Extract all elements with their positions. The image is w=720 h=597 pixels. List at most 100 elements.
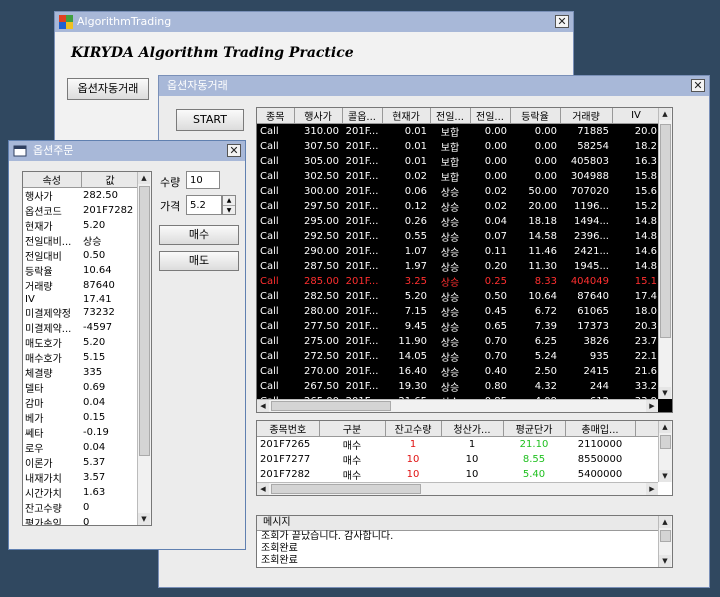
column-header[interactable]: 값 xyxy=(81,172,140,188)
property-row[interactable]: 시간가치 1.63 xyxy=(23,485,139,500)
main-window-titlebar[interactable]: AlgorithmTrading xyxy=(55,12,573,32)
scroll-right-icon[interactable]: ▶ xyxy=(646,483,658,495)
column-header[interactable]: 전일... xyxy=(470,108,511,124)
table-row[interactable]: Call 305.00 201F... 0.01 보합 0.00 0.00 405803 16.… xyxy=(257,154,660,169)
property-row[interactable]: 내재가치 3.57 xyxy=(23,470,139,485)
property-row[interactable]: 미결제약... -4597 xyxy=(23,320,139,335)
property-row[interactable]: 잔고수량 0 xyxy=(23,500,139,515)
table-row[interactable]: Call 272.50 201F... 14.05 상승 0.70 5.24 935 22.1 xyxy=(257,349,660,364)
sell-button[interactable]: 매도 xyxy=(159,251,239,271)
scroll-up-icon[interactable]: ▲ xyxy=(659,108,671,120)
scroll-thumb[interactable] xyxy=(139,186,150,456)
table-row[interactable]: 201F7282 매수 10 10 5.40 5400000 xyxy=(257,467,660,482)
table-row[interactable]: Call 280.00 201F... 7.15 상승 0.45 6.72 61065 18.0 xyxy=(257,304,660,319)
property-row[interactable]: 체결량 335 xyxy=(23,365,139,380)
column-header[interactable]: 잔고수량 xyxy=(385,421,442,437)
scroll-down-icon[interactable]: ▼ xyxy=(659,470,671,482)
table-row[interactable]: Call 290.00 201F... 1.07 상승 0.11 11.46 2421... 1… xyxy=(257,244,660,259)
column-header[interactable]: 평균단가 xyxy=(503,421,566,437)
column-header[interactable]: 현재가 xyxy=(382,108,431,124)
scroll-down-icon[interactable]: ▼ xyxy=(659,555,671,567)
table-row[interactable]: 201F7265 매수 1 1 21.10 2110000 xyxy=(257,437,660,452)
table-row[interactable]: Call 277.50 201F... 9.45 상승 0.65 7.39 17373 20.3 xyxy=(257,319,660,334)
column-header[interactable]: 종목번호 xyxy=(257,421,320,437)
table-row[interactable]: 201F7277 매수 10 10 8.55 8550000 xyxy=(257,452,660,467)
scroll-thumb[interactable] xyxy=(271,401,391,411)
property-row[interactable]: 미결제약정 73232 xyxy=(23,305,139,320)
scroll-up-icon[interactable]: ▲ xyxy=(659,421,671,433)
table-row[interactable]: Call 292.50 201F... 0.55 상승 0.07 14.58 2396... 1… xyxy=(257,229,660,244)
property-grid[interactable]: 속성 값 행사가 282.50 옵션코드 201F7282 현재가 5.20 전일대비... 상… xyxy=(22,171,152,526)
property-row[interactable]: 쎄타 -0.19 xyxy=(23,425,139,440)
scroll-up-icon[interactable]: ▲ xyxy=(138,172,150,184)
column-header[interactable]: 청산가... xyxy=(441,421,504,437)
column-header[interactable]: 거래량 xyxy=(560,108,613,124)
column-header[interactable]: 행사가 xyxy=(294,108,343,124)
property-row[interactable]: 이론가 5.37 xyxy=(23,455,139,470)
holdings-hscroll[interactable]: ◀ ▶ xyxy=(257,482,658,495)
property-row[interactable]: 전일대비 0.50 xyxy=(23,248,139,263)
option-chain-hscroll[interactable]: ◀ ▶ xyxy=(257,399,658,412)
quantity-input[interactable] xyxy=(186,171,220,189)
property-row[interactable]: 옵션코드 201F7282 xyxy=(23,203,139,218)
holdings-vscroll[interactable]: ▲ ▼ xyxy=(658,421,672,482)
property-row[interactable]: 거래량 87640 xyxy=(23,278,139,293)
table-row[interactable]: Call 297.50 201F... 0.12 상승 0.02 20.00 1196... 1… xyxy=(257,199,660,214)
holdings-grid[interactable]: 종목번호 구분 잔고수량 청산가... 평균단가 총매입... 201F7265 매수 1 1 2… xyxy=(256,420,673,496)
scroll-right-icon[interactable]: ▶ xyxy=(646,400,658,412)
scroll-left-icon[interactable]: ◀ xyxy=(257,483,269,495)
table-row[interactable]: Call 300.00 201F... 0.06 상승 0.02 50.00 707020 15… xyxy=(257,184,660,199)
property-row[interactable]: 평가손익 0 xyxy=(23,515,139,525)
stepper-down-icon[interactable]: ▼ xyxy=(223,206,235,215)
scroll-thumb[interactable] xyxy=(660,530,671,542)
property-row[interactable]: IV 17.41 xyxy=(23,293,139,305)
table-row[interactable]: Call 282.50 201F... 5.20 상승 0.50 10.64 87640 17.… xyxy=(257,289,660,304)
price-input[interactable] xyxy=(186,195,222,215)
scroll-left-icon[interactable]: ◀ xyxy=(257,400,269,412)
scroll-thumb[interactable] xyxy=(660,435,671,449)
table-row[interactable]: Call 270.00 201F... 16.40 상승 0.40 2.50 2415 21.6 xyxy=(257,364,660,379)
scroll-down-icon[interactable]: ▼ xyxy=(138,513,150,525)
table-row[interactable]: Call 302.50 201F... 0.02 보합 0.00 0.00 304988 15.… xyxy=(257,169,660,184)
auto-trade-titlebar[interactable]: 옵션자동거래 xyxy=(159,76,709,96)
table-row[interactable]: Call 310.00 201F... 0.01 보합 0.00 0.00 71885 20.0 xyxy=(257,124,660,139)
option-chain-grid[interactable]: 종목 행사가 콜옵... 현재가 전일... 전일... 등락율 거래량 IV Call 310.… xyxy=(256,107,673,413)
property-row[interactable]: 매도호가 5.20 xyxy=(23,335,139,350)
property-row[interactable]: 로우 0.04 xyxy=(23,440,139,455)
property-row[interactable]: 행사가 282.50 xyxy=(23,188,139,203)
close-icon[interactable]: ✕ xyxy=(691,79,705,92)
column-header[interactable]: 등락율 xyxy=(510,108,561,124)
message-list[interactable]: 메시지 조회가 끝났습니다. 감사합니다. 조회완료 조회완료 ▲ ▼ xyxy=(256,515,673,568)
property-row[interactable]: 등락율 10.64 xyxy=(23,263,139,278)
property-row[interactable]: 델타 0.69 xyxy=(23,380,139,395)
column-header[interactable]: 속성 xyxy=(23,172,82,188)
start-button[interactable]: START xyxy=(176,109,244,131)
buy-button[interactable]: 매수 xyxy=(159,225,239,245)
close-icon[interactable]: ✕ xyxy=(227,144,241,157)
scroll-down-icon[interactable]: ▼ xyxy=(659,387,671,399)
table-row[interactable]: Call 295.00 201F... 0.26 상승 0.04 18.18 1494... 1… xyxy=(257,214,660,229)
property-row[interactable]: 감마 0.04 xyxy=(23,395,139,410)
order-window-titlebar[interactable]: 옵션주문 xyxy=(9,141,245,161)
message-vscroll[interactable]: ▲ ▼ xyxy=(658,516,672,567)
table-row[interactable]: Call 285.00 201F... 3.25 상승 0.25 8.33 404049 15.… xyxy=(257,274,660,289)
column-header[interactable]: IV xyxy=(612,108,661,124)
price-stepper[interactable]: ▲ ▼ xyxy=(222,195,236,215)
column-header[interactable]: 종목 xyxy=(257,108,295,124)
option-auto-trade-button[interactable]: 옵션자동거래 xyxy=(67,78,149,100)
table-row[interactable]: Call 267.50 201F... 19.30 상승 0.80 4.32 244 33.2 xyxy=(257,379,660,394)
scroll-thumb[interactable] xyxy=(271,484,421,494)
table-row[interactable]: Call 275.00 201F... 11.90 상승 0.70 6.25 3826 23.7 xyxy=(257,334,660,349)
property-vscroll[interactable]: ▲ ▼ xyxy=(137,172,151,525)
column-header[interactable]: 전일... xyxy=(430,108,471,124)
scroll-thumb[interactable] xyxy=(660,124,671,338)
table-row[interactable]: Call 287.50 201F... 1.97 상승 0.20 11.30 1945... 1… xyxy=(257,259,660,274)
table-row[interactable]: Call 307.50 201F... 0.01 보합 0.00 0.00 58254 18.2 xyxy=(257,139,660,154)
column-header[interactable]: 콜옵... xyxy=(342,108,383,124)
column-header[interactable] xyxy=(635,421,661,437)
property-row[interactable]: 전일대비... 상승 xyxy=(23,233,139,248)
column-header[interactable]: 구분 xyxy=(319,421,386,437)
stepper-up-icon[interactable]: ▲ xyxy=(223,196,235,206)
property-row[interactable]: 매수호가 5.15 xyxy=(23,350,139,365)
property-row[interactable]: 베가 0.15 xyxy=(23,410,139,425)
